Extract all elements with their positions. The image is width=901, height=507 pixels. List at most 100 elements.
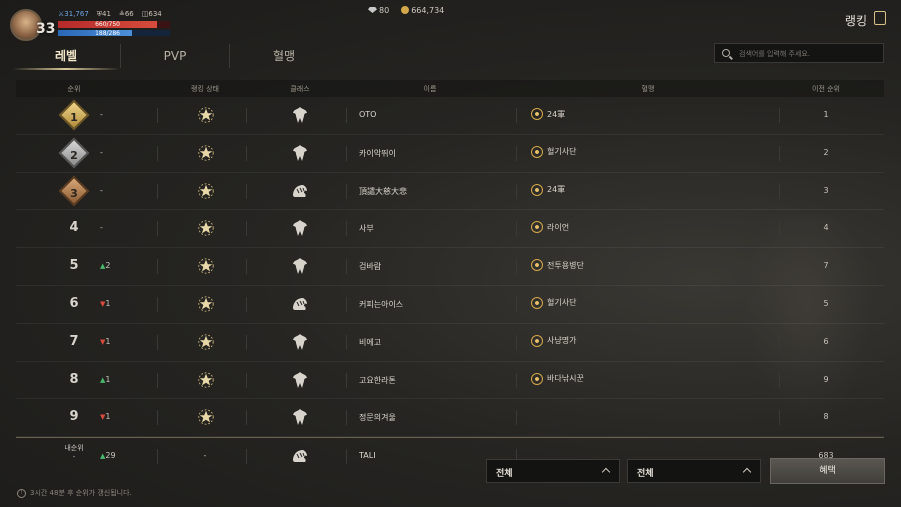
guild-cell[interactable]: 24軍 [531, 183, 566, 196]
guild-cell[interactable]: 혈기사단 [531, 296, 576, 309]
rank-state: - [203, 451, 207, 461]
table-row[interactable]: 6 ▼1 커피는아이스 혈기사단 5 [16, 286, 884, 324]
guild-cell[interactable]: 혈기사단 [531, 145, 577, 158]
rank-change: - [100, 186, 103, 195]
column-divider [246, 296, 247, 312]
column-divider [516, 108, 517, 123]
gem-amount: 80 [368, 6, 389, 15]
guild-cell[interactable]: 사냥명가 [531, 334, 576, 347]
refresh-notice: ! 3시간 48분 후 순위가 갱신됩니다. [17, 488, 132, 498]
star-state-icon [197, 371, 215, 389]
guild-cell[interactable]: 라이언 [531, 221, 570, 234]
column-divider [516, 410, 517, 426]
column-divider [157, 108, 158, 123]
star-state-icon [197, 144, 215, 162]
player-name[interactable]: 頂譴大慈大悲 [359, 186, 407, 197]
column-divider [516, 334, 517, 350]
table-row[interactable]: 7 ▼1 비에고 사냥명가 6 [16, 324, 884, 362]
previous-rank: 5 [823, 298, 829, 308]
bronze-rank-badge-icon: 3 [58, 175, 90, 207]
player-name[interactable]: 커피는아이스 [359, 299, 403, 310]
search-box[interactable] [714, 43, 884, 63]
tab-pvp[interactable]: PVP [120, 44, 229, 68]
filter-select-1[interactable]: 전체 [486, 459, 620, 483]
table-row[interactable]: 1 - OTO 24軍 1 [16, 97, 884, 135]
rank-change: ▼1 [100, 299, 110, 308]
column-divider [346, 183, 347, 199]
rank-change: ▼1 [100, 412, 110, 421]
header-class: 클래스 [290, 85, 310, 93]
benefit-button[interactable]: 혜택 [770, 458, 885, 484]
column-divider [516, 145, 517, 161]
mp-bar: 188/286 [58, 30, 170, 37]
column-divider [346, 221, 347, 237]
search-icon [722, 49, 730, 57]
column-divider [779, 108, 780, 123]
guild-cell[interactable]: 24軍 [531, 108, 565, 120]
guild-cell[interactable]: 바다낚시꾼 [531, 372, 584, 385]
column-divider [516, 183, 517, 199]
player-name[interactable]: 사부 [359, 223, 374, 234]
table-row[interactable]: 2 - 카이악뛰이 혈기사단 2 [16, 135, 884, 173]
column-divider [779, 221, 780, 237]
column-divider [516, 372, 517, 388]
rank-change-value: - [100, 147, 103, 157]
rank-change-value: - [100, 185, 103, 195]
my-rank-label: 내순위 - [64, 444, 83, 462]
rank-change: ▼1 [100, 337, 110, 346]
previous-rank: 8 [823, 412, 829, 422]
claw-class-icon [290, 332, 310, 352]
table-row[interactable]: 9 ▼1 정문의겨울 8 [16, 399, 884, 438]
guild-cell[interactable]: 전투용병단 [531, 259, 584, 272]
ranking-book-icon[interactable] [874, 11, 886, 25]
guild-name: 24軍 [547, 185, 566, 195]
guild-emblem-icon [531, 372, 543, 385]
previous-rank: 9 [823, 374, 829, 384]
guild-name: 전투용병단 [547, 260, 584, 270]
beast-class-icon [290, 294, 310, 314]
header-prev-rank: 이전 순위 [812, 85, 840, 93]
refresh-notice-text: 3시간 48분 후 순위가 갱신됩니다. [30, 489, 132, 497]
hp-text: 660/750 [95, 21, 120, 28]
player-name[interactable]: 검바람 [359, 261, 381, 272]
previous-rank: 4 [823, 223, 829, 233]
rank-change-value: - [100, 110, 103, 119]
player-name[interactable]: 정문의겨울 [359, 412, 396, 423]
player-name[interactable]: 비에고 [359, 337, 381, 348]
previous-rank: 7 [823, 261, 829, 271]
star-state-icon [197, 106, 215, 124]
guild-name: 혈기사단 [547, 147, 577, 157]
player-name[interactable]: OTO [359, 110, 376, 119]
column-divider [779, 296, 780, 312]
gold-coin-icon [401, 6, 410, 14]
search-input[interactable] [737, 45, 881, 63]
rank-number: 5 [69, 258, 79, 274]
player-name[interactable]: 고요한라톤 [359, 375, 396, 386]
column-divider [779, 183, 780, 199]
chevron-up-icon [742, 467, 752, 477]
my-rank-value: - [72, 453, 76, 462]
tab-clan[interactable]: 혈맹 [229, 44, 338, 68]
filter-select-2[interactable]: 전체 [627, 459, 761, 483]
rank-number: 8 [69, 371, 79, 387]
column-divider [346, 259, 347, 275]
tab-level[interactable]: 레벨 [12, 44, 120, 70]
table-row[interactable]: 3 - 頂譴大慈大悲 24軍 3 [16, 173, 884, 211]
column-divider [346, 410, 347, 426]
previous-rank: 1 [823, 110, 829, 119]
table-row[interactable]: 8 ▲1 고요한라톤 바다낚시꾼 9 [16, 362, 884, 400]
column-divider [346, 108, 347, 123]
column-divider [516, 259, 517, 275]
column-divider [346, 449, 347, 465]
table-row[interactable]: 4 - 사부 라이언 4 [16, 210, 884, 249]
player-name[interactable]: TALI [359, 451, 376, 460]
column-divider [779, 259, 780, 275]
stat2-value: ⛨41 [96, 10, 111, 18]
previous-rank: 3 [823, 185, 829, 195]
power-value: ⚔31,767 [58, 10, 89, 18]
player-name[interactable]: 카이악뛰이 [359, 148, 396, 159]
column-divider [157, 221, 158, 237]
table-header: 순위 랭킹 상태 클래스 이름 혈맹 이전 순위 [16, 80, 884, 97]
table-row[interactable]: 5 ▲2 검바람 전투용병단 7 [16, 248, 884, 286]
guild-name: 라이언 [547, 222, 570, 232]
